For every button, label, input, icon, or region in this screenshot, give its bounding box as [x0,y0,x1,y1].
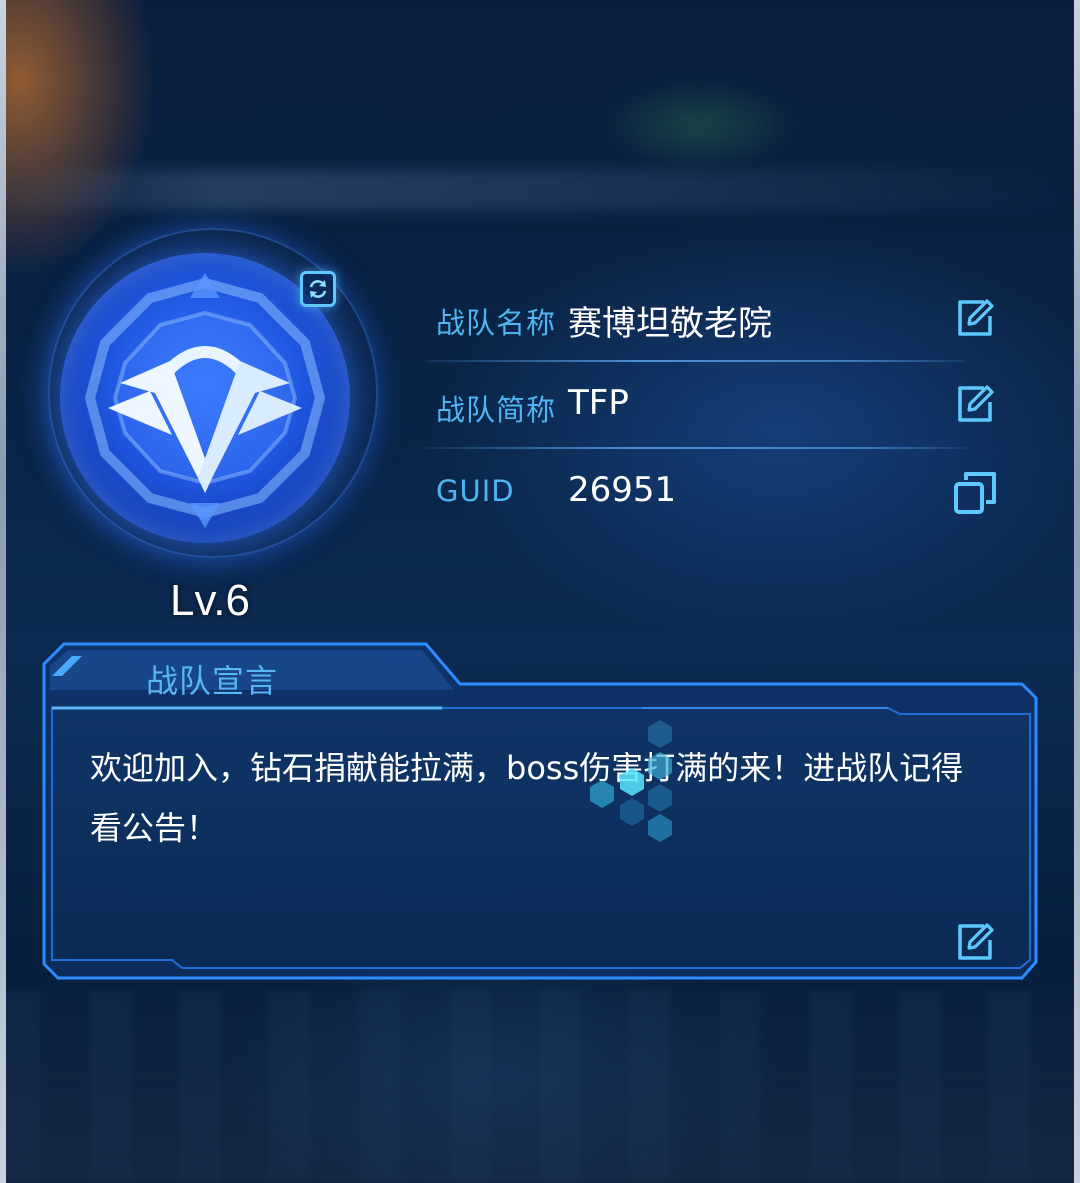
background-glow [600,80,800,170]
team-abbr-row: 战队简称 TFP [426,363,1006,449]
guid-row: GUID 26951 [436,450,1006,536]
screen-edge-left [0,0,6,1183]
row-divider [426,360,966,362]
guid-label: GUID [436,474,515,508]
team-abbr-value: TFP [568,383,629,423]
team-name-value: 赛博坦敬老院 [568,304,772,344]
edit-icon[interactable] [954,296,996,338]
edit-icon[interactable] [954,382,996,424]
team-abbr-label: 战队简称 [436,393,557,427]
screen-edge-right [1074,0,1080,1183]
team-name-label: 战队名称 [436,306,557,340]
declaration-title: 战队宣言 [146,662,279,700]
declaration-text: 欢迎加入，钻石捐献能拉满，boss伤害打满的来！进战队记得看公告！ [90,749,964,847]
swap-icon[interactable] [300,271,336,307]
row-divider [426,447,966,449]
guid-value: 26951 [568,470,677,510]
hexagon-loading-icon [584,718,684,848]
copy-icon[interactable] [952,470,996,514]
team-level: Lv.6 [170,576,250,625]
background-bottom [0,990,1080,1183]
edit-icon[interactable] [954,920,996,962]
team-name-row: 战队名称 赛博坦敬老院 [426,276,1006,362]
background-blur-band [0,170,1080,210]
declaration-panel: 战队宣言 欢迎加入，钻石捐献能拉满，boss伤害打满的来！进战队记得看公告！ [42,642,1038,982]
